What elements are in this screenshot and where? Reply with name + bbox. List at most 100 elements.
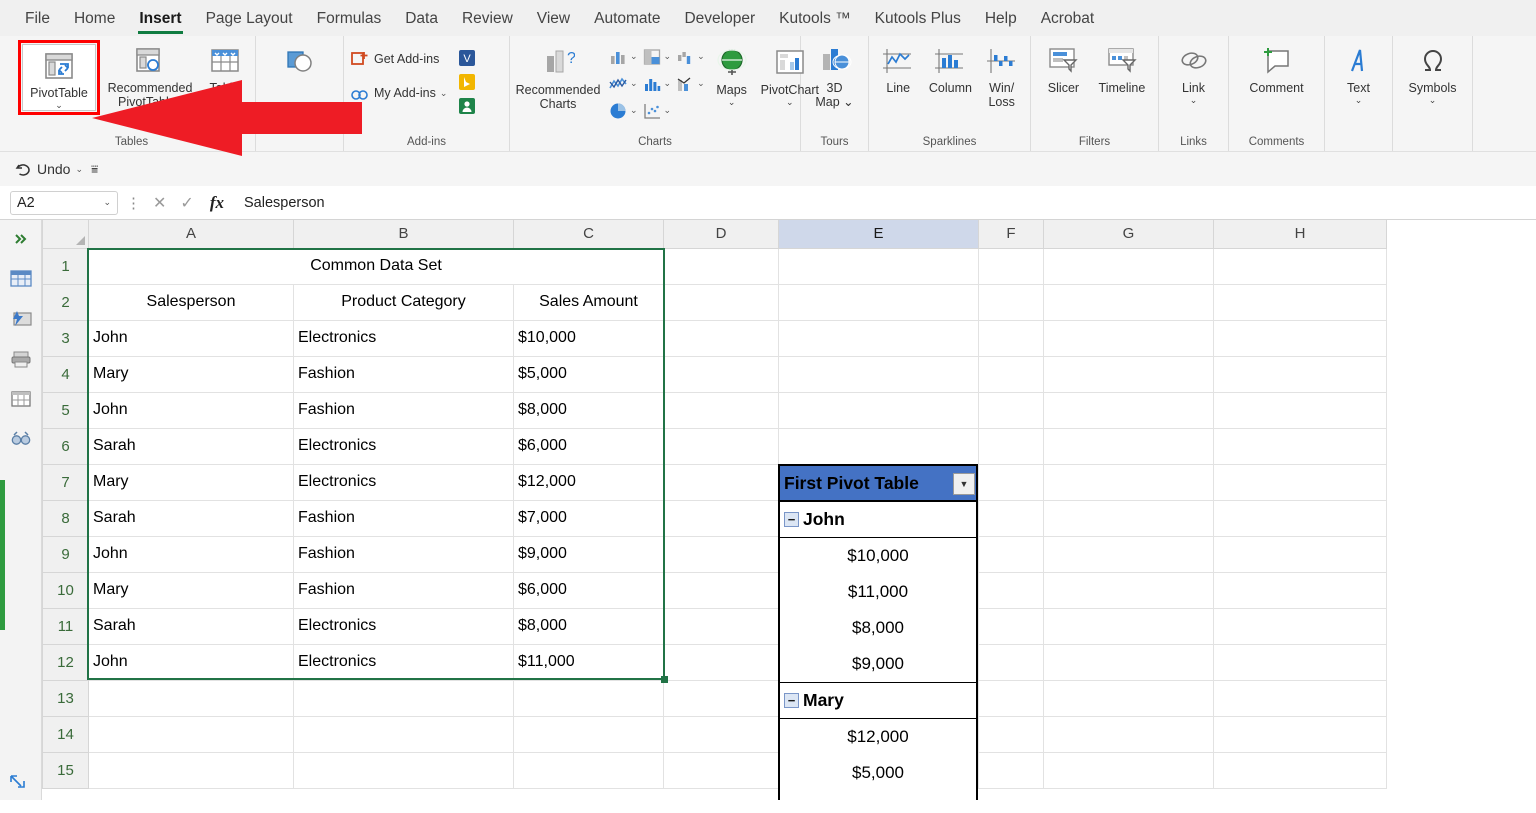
cell-f5[interactable] <box>978 392 1044 429</box>
chevron-down-icon[interactable]: ⌄ <box>664 105 672 116</box>
column-header-c[interactable]: C <box>513 220 664 249</box>
undo-button[interactable]: Undo ⌄ <box>14 160 83 178</box>
select-all-corner[interactable] <box>42 220 89 249</box>
cell-b13[interactable] <box>293 680 514 717</box>
column-header-e[interactable]: E <box>778 220 979 249</box>
cell-b4[interactable]: Fashion <box>293 355 514 393</box>
cell-f12[interactable] <box>978 644 1044 681</box>
cell-f14[interactable] <box>978 716 1044 753</box>
chevron-down-icon[interactable]: ⌄ <box>664 78 672 89</box>
pie-chart-button[interactable]: ⌄ <box>608 98 638 123</box>
pivot-value[interactable]: $9,000 <box>780 646 976 682</box>
chevron-down-icon[interactable]: ⌄ <box>296 108 304 117</box>
row-header-8[interactable]: 8 <box>42 499 89 537</box>
expand-panel-icon[interactable] <box>8 771 28 796</box>
cell-b5[interactable]: Fashion <box>293 391 514 429</box>
cell-g12[interactable] <box>1043 644 1214 681</box>
row-header-13[interactable]: 13 <box>42 679 89 717</box>
waterfall-chart-button[interactable]: ⌄ <box>675 44 705 69</box>
cell-d4[interactable] <box>663 356 779 393</box>
histogram-chart-button[interactable]: ⌄ <box>642 71 672 96</box>
bar-chart-button[interactable]: ⌄ <box>642 44 671 69</box>
cell-c5[interactable]: $8,000 <box>513 391 664 429</box>
name-box[interactable]: A2 ⌄ <box>10 190 118 215</box>
cell-h12[interactable] <box>1213 644 1387 681</box>
chevron-down-icon[interactable]: ⌄ <box>630 105 638 116</box>
comment-button[interactable]: Comment <box>1235 40 1318 95</box>
recommended-pivottables-button[interactable]: Recommended PivotTables <box>106 40 194 109</box>
cell-d3[interactable] <box>663 320 779 357</box>
chevron-down-icon[interactable]: ⌄ <box>786 98 794 107</box>
chevron-down-icon[interactable]: ⌄ <box>630 78 638 89</box>
sparkline-line-button[interactable]: Line <box>875 40 921 95</box>
cell-b6[interactable]: Electronics <box>293 427 514 465</box>
pivot-filter-dropdown-icon[interactable]: ▼ <box>953 473 975 495</box>
visio-addin-icon[interactable]: V <box>457 48 477 68</box>
row-header-6[interactable]: 6 <box>42 427 89 465</box>
cell-g15[interactable] <box>1043 752 1214 789</box>
cell-d2[interactable] <box>663 284 779 321</box>
tab-home[interactable]: Home <box>63 4 126 33</box>
cell-d8[interactable] <box>663 500 779 537</box>
cell-c14[interactable] <box>513 716 664 753</box>
cell-d11[interactable] <box>663 608 779 645</box>
row-header-2[interactable]: 2 <box>42 283 89 321</box>
cell-h4[interactable] <box>1213 356 1387 393</box>
cell-g2[interactable] <box>1043 284 1214 321</box>
cell-f11[interactable] <box>978 608 1044 645</box>
formula-bar-menu-icon[interactable]: ⋮ <box>124 194 143 212</box>
cell-b12[interactable]: Electronics <box>293 643 514 681</box>
tab-acrobat[interactable]: Acrobat <box>1030 4 1105 33</box>
line-chart-button[interactable]: ⌄ <box>608 71 638 96</box>
chevron-down-icon[interactable]: ⌄ <box>697 51 705 62</box>
selection-fill-handle[interactable] <box>661 676 668 683</box>
cell-b11[interactable]: Electronics <box>293 607 514 645</box>
cell-a12[interactable]: John <box>88 643 294 681</box>
cell-b15[interactable] <box>293 752 514 789</box>
cell-h8[interactable] <box>1213 500 1387 537</box>
cell-c4[interactable]: $5,000 <box>513 355 664 393</box>
cell-a11[interactable]: Sarah <box>88 607 294 645</box>
cell-g11[interactable] <box>1043 608 1214 645</box>
scatter-chart-button[interactable]: ⌄ <box>642 98 672 123</box>
cell-h10[interactable] <box>1213 572 1387 609</box>
pivot-value[interactable]: $8,000 <box>780 610 976 646</box>
cell-f15[interactable] <box>978 752 1044 789</box>
get-addins-button[interactable]: Get Add-ins <box>350 46 447 72</box>
cell-e4[interactable] <box>778 356 979 393</box>
cell-a6[interactable]: Sarah <box>88 427 294 465</box>
cell-d1[interactable] <box>663 248 779 285</box>
formula-input[interactable]: Salesperson <box>236 191 1528 215</box>
cell-a2-salesperson[interactable]: Salesperson <box>88 283 294 321</box>
cell-g1[interactable] <box>1043 248 1214 285</box>
cell-f4[interactable] <box>978 356 1044 393</box>
cell-g6[interactable] <box>1043 428 1214 465</box>
maps-button[interactable]: Maps ⌄ <box>713 42 751 107</box>
row-header-15[interactable]: 15 <box>42 751 89 789</box>
row-header-10[interactable]: 10 <box>42 571 89 609</box>
cell-d13[interactable] <box>663 680 779 717</box>
cell-h13[interactable] <box>1213 680 1387 717</box>
qat-customize-icon[interactable]: ⩸ <box>91 162 98 177</box>
tab-page-layout[interactable]: Page Layout <box>195 4 304 33</box>
chevron-down-icon[interactable]: ⌄ <box>221 96 229 105</box>
tab-review[interactable]: Review <box>451 4 524 33</box>
cell-b14[interactable] <box>293 716 514 753</box>
combo-chart-button[interactable]: ⌄ <box>675 71 705 96</box>
my-addins-button[interactable]: My Add-ins ⌄ <box>350 80 447 106</box>
row-header-11[interactable]: 11 <box>42 607 89 645</box>
tab-file[interactable]: File <box>14 4 61 33</box>
column-chart-button[interactable]: ⌄ <box>608 44 638 69</box>
scroll-indicator[interactable] <box>0 480 5 630</box>
cell-b10[interactable]: Fashion <box>293 571 514 609</box>
row-header-3[interactable]: 3 <box>42 319 89 357</box>
cell-b7[interactable]: Electronics <box>293 463 514 501</box>
cell-c8[interactable]: $7,000 <box>513 499 664 537</box>
chevron-down-icon[interactable]: ⌄ <box>630 51 638 62</box>
cell-f1[interactable] <box>978 248 1044 285</box>
column-header-h[interactable]: H <box>1213 220 1387 249</box>
slicer-button[interactable]: Slicer <box>1037 40 1090 95</box>
cell-f2[interactable] <box>978 284 1044 321</box>
column-header-b[interactable]: B <box>293 220 514 249</box>
cell-g10[interactable] <box>1043 572 1214 609</box>
